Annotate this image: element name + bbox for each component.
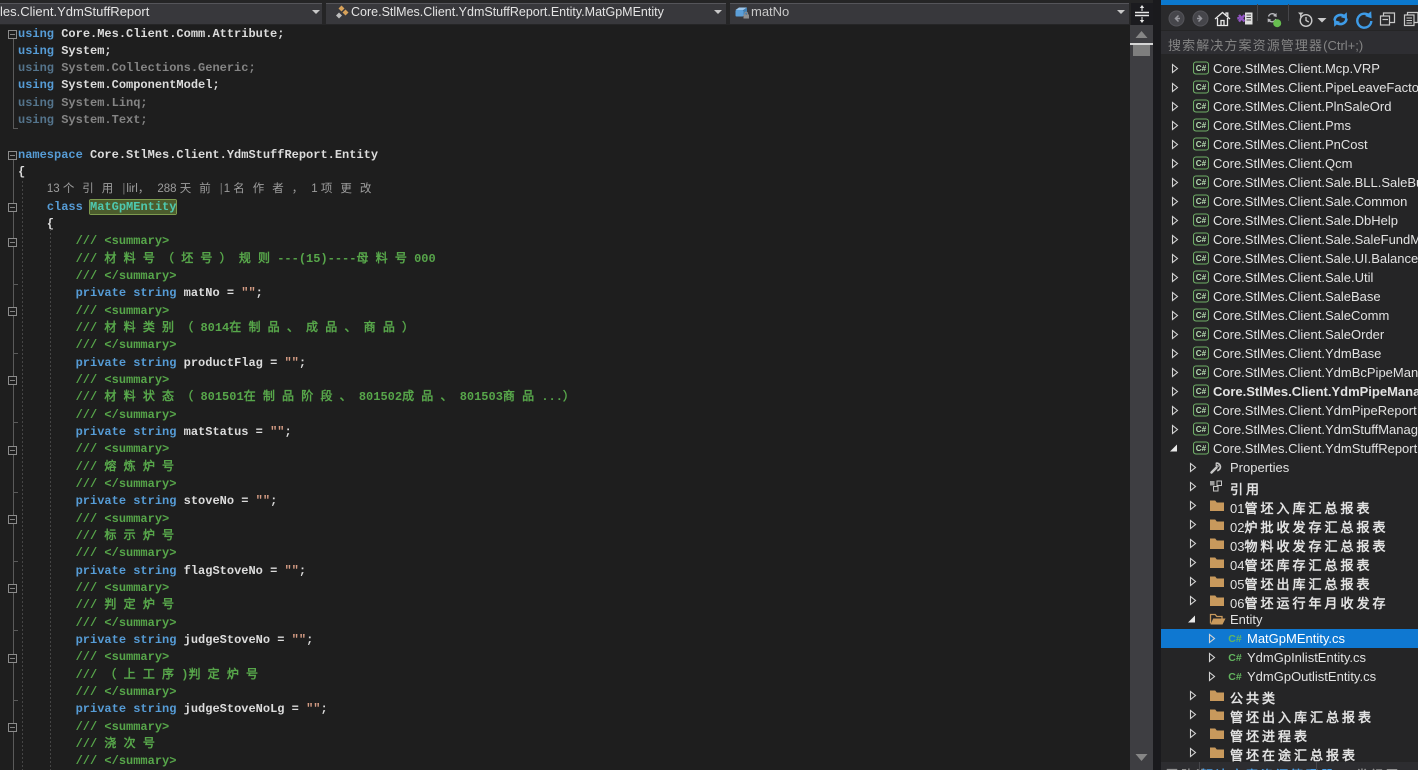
svg-text:C#: C#	[1196, 216, 1207, 225]
svg-text:C#: C#	[1196, 368, 1207, 377]
svg-text:C#: C#	[1196, 349, 1207, 358]
svg-text:C#: C#	[1196, 311, 1207, 320]
svg-text:C#: C#	[1196, 273, 1207, 282]
svg-text:C#: C#	[1196, 235, 1207, 244]
svg-text:C#: C#	[1196, 64, 1207, 73]
svg-text:C#: C#	[1196, 444, 1207, 453]
svg-text:C#: C#	[1196, 330, 1207, 339]
svg-text:C#: C#	[1196, 197, 1207, 206]
svg-text:C#: C#	[1196, 292, 1207, 301]
svg-text:C#: C#	[1228, 671, 1242, 683]
svg-text:C#: C#	[1196, 159, 1207, 168]
svg-text:C#: C#	[1196, 121, 1207, 130]
svg-text:C#: C#	[1196, 102, 1207, 111]
svg-text:C#: C#	[1196, 83, 1207, 92]
svg-text:C#: C#	[1228, 652, 1242, 664]
svg-text:C#: C#	[1196, 406, 1207, 415]
svg-text:C#: C#	[1196, 254, 1207, 263]
svg-text:C#: C#	[1196, 425, 1207, 434]
svg-text:C#: C#	[1196, 178, 1207, 187]
svg-text:C#: C#	[1196, 140, 1207, 149]
svg-text:C#: C#	[1228, 633, 1242, 645]
svg-text:C#: C#	[1196, 387, 1207, 396]
